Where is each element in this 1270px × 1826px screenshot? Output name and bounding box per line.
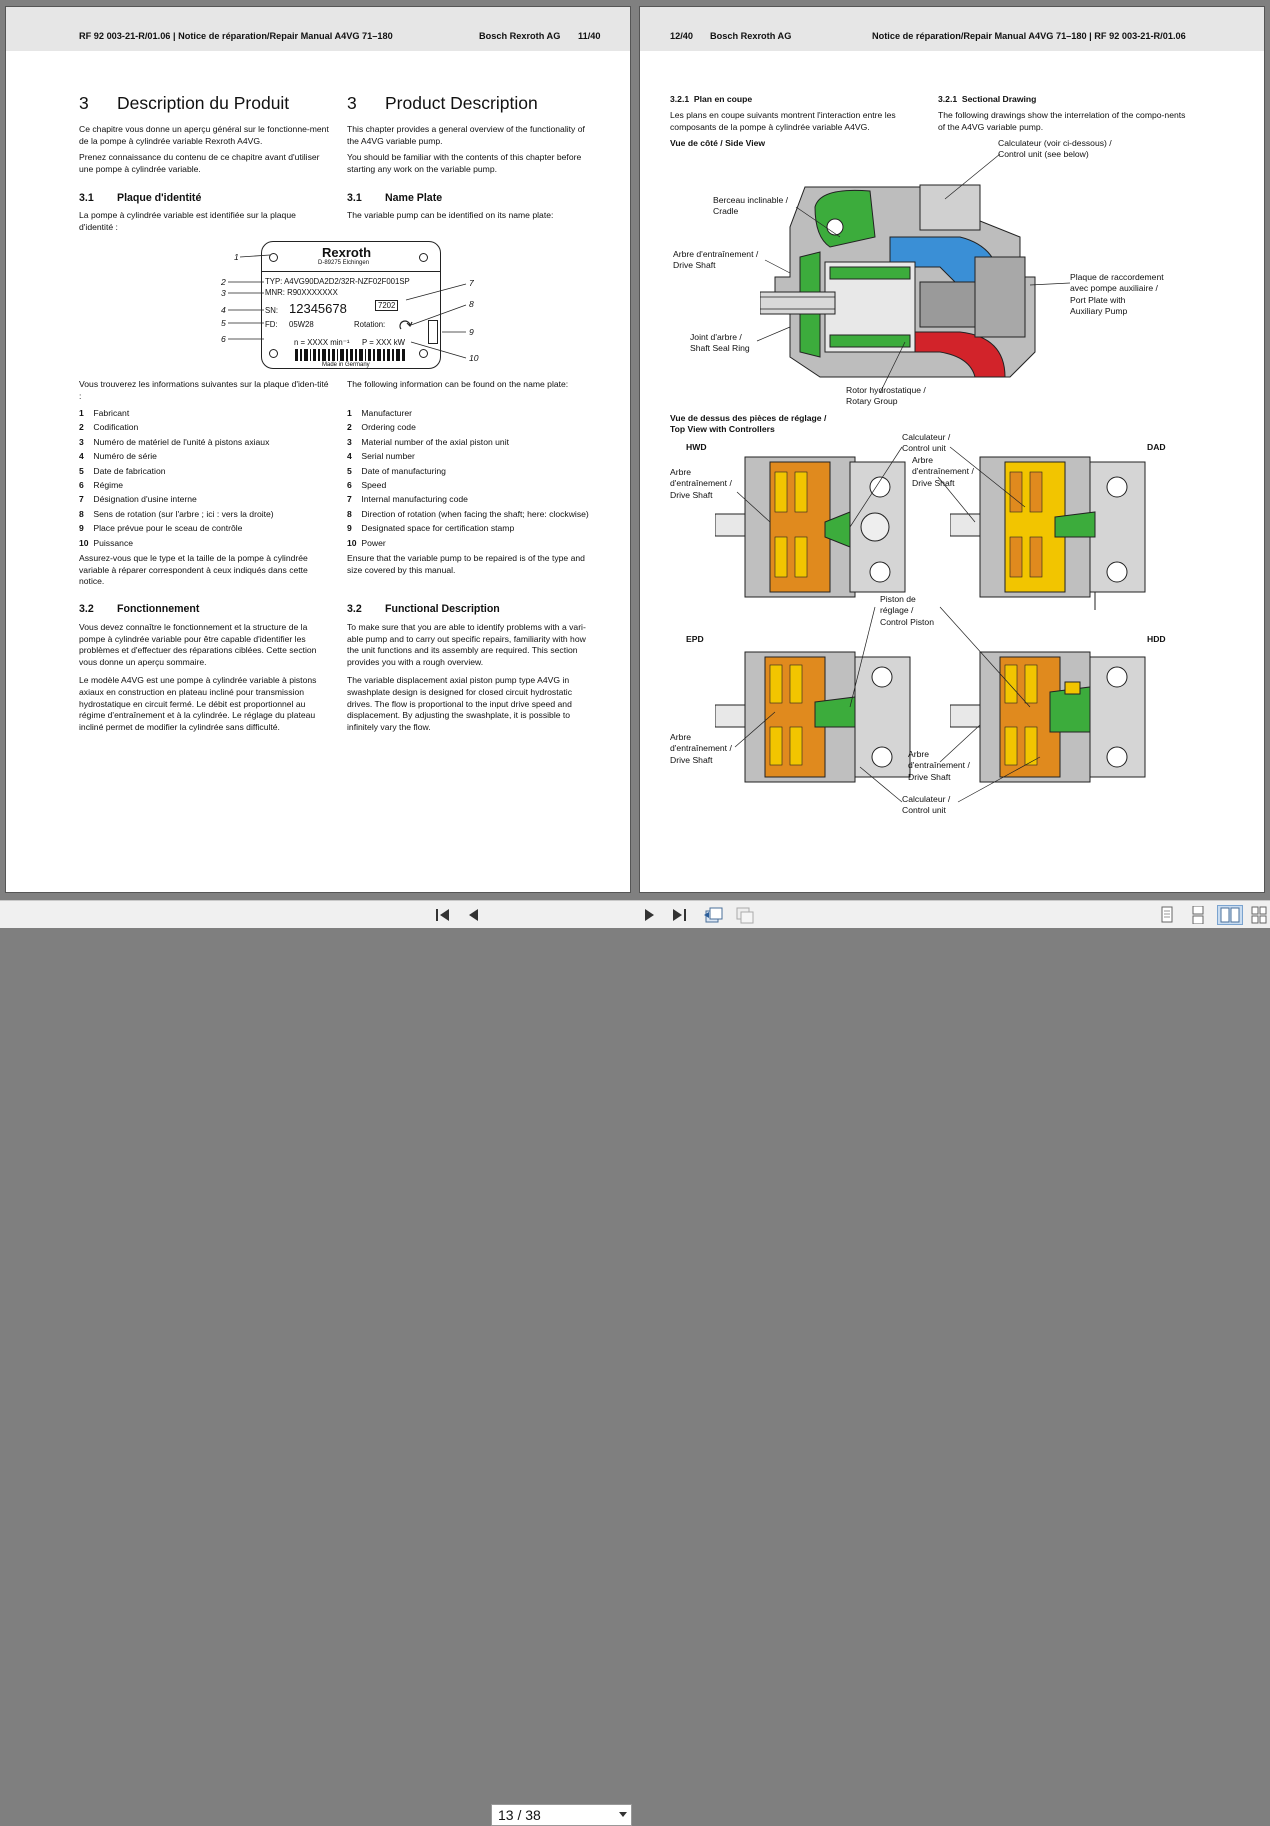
list-item: 9 Designated space for certification sta… <box>347 523 515 534</box>
previous-page-button[interactable] <box>462 905 484 925</box>
list-item: 2 Codification <box>79 422 139 433</box>
page-number-value: 13 / 38 <box>498 1807 541 1823</box>
callout-2: 2 <box>221 277 226 287</box>
continuous-page-icon <box>1192 906 1204 924</box>
callout-6: 6 <box>221 334 226 344</box>
list-item: 10 Puissance <box>79 537 134 548</box>
callout-3: 3 <box>221 288 226 298</box>
list-item: 10 Power <box>347 537 386 548</box>
label-drive-shaft-epd: Arbre d'entraînement / Drive Shaft <box>670 732 732 765</box>
paragraph: The variable displacement axial piston p… <box>347 675 572 732</box>
label-control-unit-bottom: Calculateur / Control unit <box>902 794 951 816</box>
chevron-down-icon <box>619 1812 627 1817</box>
ensure-text-en: Ensure that the variable pump to be repa… <box>347 553 585 575</box>
page-11: RF 92 003-21-R/01.06 | Notice de réparat… <box>5 6 631 893</box>
two-page-continuous-button[interactable] <box>1250 905 1268 925</box>
next-page-icon <box>645 909 654 921</box>
ensure-text-fr: Assurez-vous que le type et la taille de… <box>79 553 308 587</box>
two-page-icon <box>1220 907 1240 923</box>
nameplate-list-en: 1 Manufacturer 2 Ordering code 3 Materia… <box>347 408 617 552</box>
list-item: 6 Régime <box>79 479 124 490</box>
list-item: 1 Manufacturer <box>347 408 413 418</box>
two-page-continuous-icon <box>1251 906 1267 924</box>
label-drive-shaft-dad: Arbre d'entraînement / Drive Shaft <box>912 455 974 488</box>
paragraph: Le modèle A4VG est une pompe à cylindrée… <box>79 675 317 732</box>
go-back-view-button[interactable] <box>702 905 724 925</box>
s32-text-en: To make sure that you are able to identi… <box>347 622 599 738</box>
list-item: 8 Direction of rotation (when facing the… <box>347 508 589 519</box>
list-item: 3 Material number of the axial piston un… <box>347 436 509 447</box>
page-number-select[interactable]: 13 / 38 <box>491 1804 632 1826</box>
list-item: 6 Speed <box>347 479 387 490</box>
nameplate-list-fr: 1 Fabricant 2 Codification 3 Numéro de m… <box>79 408 349 552</box>
label-control-unit-top: Calculateur / Control unit <box>902 432 951 454</box>
paragraph: To make sure that you are able to identi… <box>347 622 586 667</box>
info-text-en: The following information can be found o… <box>347 379 569 389</box>
list-item: 1 Fabricant <box>79 408 130 418</box>
list-item: 3 Numéro de matériel de l'unité à piston… <box>79 436 270 447</box>
single-page-view-button[interactable] <box>1156 905 1178 925</box>
callout-1: 1 <box>234 252 239 262</box>
single-page-icon <box>1161 906 1173 923</box>
label-control-piston: Piston de réglage / Control Piston <box>880 594 934 627</box>
next-page-button[interactable] <box>639 905 661 925</box>
callout-10: 10 <box>469 353 479 363</box>
previous-view-icon <box>704 907 723 923</box>
list-item: 8 Sens de rotation (sur l'arbre ; ici : … <box>79 508 274 519</box>
s32-text-fr: Vous devez connaître le fonctionnement e… <box>79 622 331 738</box>
list-item: 2 Ordering code <box>347 422 416 433</box>
two-page-view-button[interactable] <box>1217 905 1243 925</box>
last-page-button[interactable] <box>668 905 690 925</box>
continuous-view-button[interactable] <box>1187 905 1209 925</box>
callout-5: 5 <box>221 318 226 328</box>
first-page-button[interactable] <box>432 905 454 925</box>
pdf-toolbar: 13 / 38 <box>0 900 1270 1826</box>
page-12: 12/40 Bosch Rexroth AG Notice de réparat… <box>639 6 1265 893</box>
document-viewer[interactable]: RF 92 003-21-R/01.06 | Notice de réparat… <box>0 0 1270 900</box>
list-item: 7 Internal manufacturing code <box>347 494 468 505</box>
go-forward-view-button[interactable] <box>733 905 755 925</box>
callout-4: 4 <box>221 305 226 315</box>
first-page-icon <box>436 909 449 921</box>
next-view-icon <box>736 907 754 924</box>
callout-8: 8 <box>469 299 474 309</box>
label-drive-shaft-hdd: Arbre d'entraînement / Drive Shaft <box>908 749 970 782</box>
callout-9: 9 <box>469 327 474 337</box>
list-item: 5 Date of manufacturing <box>347 465 446 476</box>
paragraph: Vous devez connaître le fonctionnement e… <box>79 622 317 667</box>
last-page-icon <box>673 909 686 921</box>
list-item: 4 Serial number <box>347 451 415 462</box>
list-item: 7 Désignation d'usine interne <box>79 494 197 505</box>
section-3-2-title-en: 3.2 Functional Description <box>347 603 500 615</box>
section-3-2-title-fr: 3.2 Fonctionnement <box>79 603 200 615</box>
previous-page-icon <box>469 909 478 921</box>
info-text-fr: Vous trouverez les informations suivante… <box>79 379 329 401</box>
list-item: 5 Date de fabrication <box>79 465 166 476</box>
list-item: 9 Place prévue pour le sceau de contrôle <box>79 523 243 534</box>
label-drive-shaft-hwd: Arbre d'entraînement / Drive Shaft <box>670 467 732 500</box>
callout-7: 7 <box>469 278 474 288</box>
list-item: 4 Numéro de série <box>79 451 157 462</box>
